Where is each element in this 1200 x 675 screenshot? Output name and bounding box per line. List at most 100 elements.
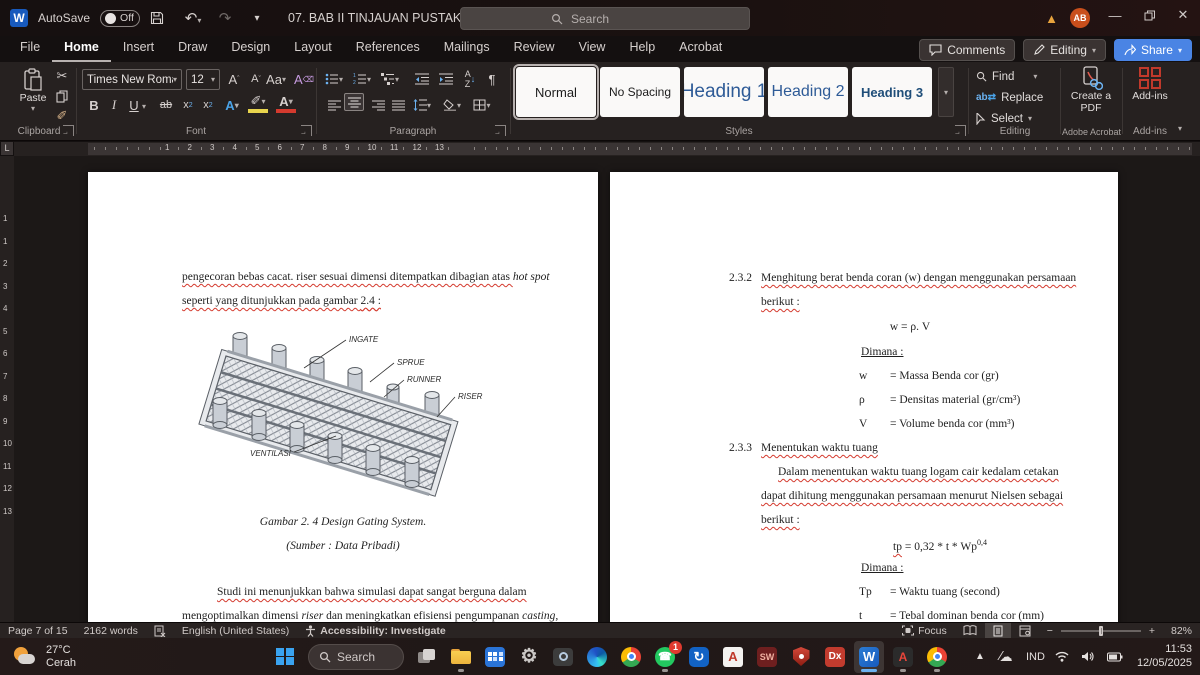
editing-mode-button[interactable]: Editing ▾ [1023, 39, 1106, 61]
word-count[interactable]: 2162 words [76, 623, 146, 639]
style-normal[interactable]: Normal [513, 64, 599, 120]
change-case-icon[interactable]: Aa ▾ [266, 69, 286, 89]
weather-widget[interactable]: 27°C Cerah [12, 644, 76, 669]
taskbar-app-word[interactable]: W [854, 640, 884, 673]
save-icon[interactable] [150, 11, 172, 25]
page-left[interactable]: pengecoran bebas cacat. riser sesuai dim… [88, 172, 598, 622]
search-box[interactable]: Search [460, 7, 750, 30]
font-name-combo[interactable]: Times New Roman▾ [82, 69, 182, 90]
wifi-icon[interactable] [1055, 651, 1075, 662]
highlight-color-icon[interactable]: ✐ ▾ [248, 93, 268, 113]
taskbar-app-sync-app[interactable]: ↻ [684, 641, 714, 673]
tab-home[interactable]: Home [52, 36, 111, 62]
subscript-icon[interactable]: x2 [178, 95, 198, 115]
styles-dialog-launcher[interactable]: ⌐ [955, 125, 966, 138]
warning-icon[interactable]: ▲ [1045, 11, 1058, 26]
taskbar-app-security-shield[interactable] [786, 641, 816, 673]
italic-icon[interactable]: I [104, 95, 124, 115]
borders-icon[interactable]: ▾ [472, 95, 492, 115]
replace-button[interactable]: ab⇄ Replace [976, 88, 1043, 107]
justify-icon[interactable] [388, 95, 408, 115]
autosave-toggle[interactable]: Off [100, 9, 141, 27]
shrink-font-icon[interactable]: Aˇ [246, 69, 266, 89]
tab-review[interactable]: Review [502, 36, 567, 60]
align-center-icon[interactable] [344, 93, 364, 111]
taskbar-app-whatsapp[interactable]: ☎ 1 [650, 640, 682, 673]
taskbar-app-autocad[interactable]: A [718, 641, 748, 673]
multilevel-list-icon[interactable]: ▾ [380, 69, 400, 89]
focus-mode-button[interactable]: Focus [894, 623, 955, 639]
language-indicator[interactable]: English (United States) [174, 623, 297, 639]
taskbar-app-solidworks[interactable]: SW [752, 641, 782, 673]
taskbar-app-edge[interactable] [582, 641, 612, 673]
minimize-button[interactable]: — [1098, 0, 1132, 30]
align-right-icon[interactable] [368, 95, 388, 115]
language-switcher[interactable]: IND [1022, 651, 1049, 663]
taskbar-app-chrome-2[interactable] [922, 641, 952, 673]
cut-icon[interactable]: ✂ [52, 66, 72, 86]
volume-icon[interactable] [1081, 651, 1101, 662]
tab-file[interactable]: File [8, 36, 52, 60]
tab-selector[interactable]: L [1, 142, 13, 155]
tab-insert[interactable]: Insert [111, 36, 166, 60]
style-heading-2[interactable]: Heading 2 [768, 67, 848, 117]
style-no-spacing[interactable]: No Spacing [600, 67, 680, 117]
taskbar-app-acrobat[interactable]: A [888, 641, 918, 673]
web-layout-button[interactable] [1011, 623, 1039, 639]
taskbar-app-camera[interactable] [548, 641, 578, 673]
bullets-icon[interactable]: ▾ [324, 69, 344, 89]
line-spacing-icon[interactable]: ▾ [412, 95, 432, 115]
print-layout-button[interactable] [984, 622, 1011, 639]
tab-help[interactable]: Help [617, 36, 667, 60]
quick-access-menu-icon[interactable]: ▾ [246, 13, 268, 24]
vertical-ruler[interactable]: 1 1 2 3 4 5 6 7 8 9 10 11 12 13 [0, 156, 14, 622]
accessibility-status[interactable]: Accessibility: Investigate [297, 623, 453, 639]
tab-mailings[interactable]: Mailings [432, 36, 502, 60]
font-color-icon[interactable]: A ▾ [276, 93, 296, 113]
underline-dropdown-icon[interactable]: ▾ [142, 102, 146, 111]
paragraph-dialog-launcher[interactable]: ⌐ [495, 125, 506, 138]
style-heading-1[interactable]: Heading 1 [684, 67, 764, 117]
horizontal-ruler[interactable]: 1 2 3 4 5 6 7 8 9 10 11 12 13 [14, 142, 1200, 156]
style-heading-3[interactable]: Heading 3 [852, 67, 932, 117]
undo-icon[interactable]: ↶▾ [182, 9, 204, 27]
text-effects-icon[interactable]: A ▾ [222, 95, 242, 115]
zoom-slider[interactable] [1060, 625, 1141, 636]
battery-icon[interactable] [1106, 652, 1127, 662]
addins-button[interactable]: Add-ins [1128, 66, 1172, 102]
comments-button[interactable]: Comments [919, 39, 1016, 61]
taskbar-app-task-view[interactable] [412, 641, 442, 673]
copy-icon[interactable] [52, 86, 72, 106]
sort-icon[interactable]: A Z ↓ [460, 69, 480, 89]
tray-chevron-icon[interactable]: ▲ [970, 651, 990, 662]
zoom-out-button[interactable]: − [1039, 623, 1061, 639]
document-canvas[interactable]: pengecoran bebas cacat. riser sesuai dim… [14, 156, 1200, 622]
zoom-level[interactable]: 82% [1163, 623, 1200, 639]
tab-draw[interactable]: Draw [166, 36, 219, 60]
close-button[interactable]: ✕ [1166, 0, 1200, 30]
start-button[interactable] [270, 641, 300, 673]
zoom-in-button[interactable]: + [1141, 623, 1163, 639]
tab-layout[interactable]: Layout [282, 36, 344, 60]
clock[interactable]: 11:53 12/05/2025 [1137, 643, 1192, 669]
clipboard-dialog-launcher[interactable]: ⌐ [63, 125, 74, 138]
underline-icon[interactable]: U [124, 95, 144, 115]
proofing-icon[interactable] [146, 623, 174, 639]
paste-button[interactable]: Paste ▾ [16, 68, 50, 113]
read-mode-button[interactable] [955, 623, 985, 639]
taskbar-app-chrome[interactable] [616, 641, 646, 673]
taskbar-app-settings[interactable]: ⚙ [514, 641, 544, 673]
tab-view[interactable]: View [567, 36, 618, 60]
font-dialog-launcher[interactable]: ⌐ [301, 125, 312, 138]
taskbar-app-dx-app[interactable]: Dx [820, 641, 850, 673]
superscript-icon[interactable]: x2 [198, 95, 218, 115]
taskbar-app-calculator[interactable] [480, 641, 510, 673]
shading-icon[interactable]: ▾ [442, 95, 462, 115]
tab-references[interactable]: References [344, 36, 432, 60]
numbering-icon[interactable]: 1 2 ▾ [352, 69, 372, 89]
document-title[interactable]: 07. BAB II TINJAUAN PUSTAKA [288, 11, 470, 25]
grow-font-icon[interactable]: Aˆ [224, 69, 244, 89]
taskbar-app-file-explorer[interactable] [446, 641, 476, 673]
tab-design[interactable]: Design [219, 36, 282, 60]
gating-system-figure[interactable]: INGATE SPRUE RUNNER RISER VENTILASI [198, 324, 508, 506]
